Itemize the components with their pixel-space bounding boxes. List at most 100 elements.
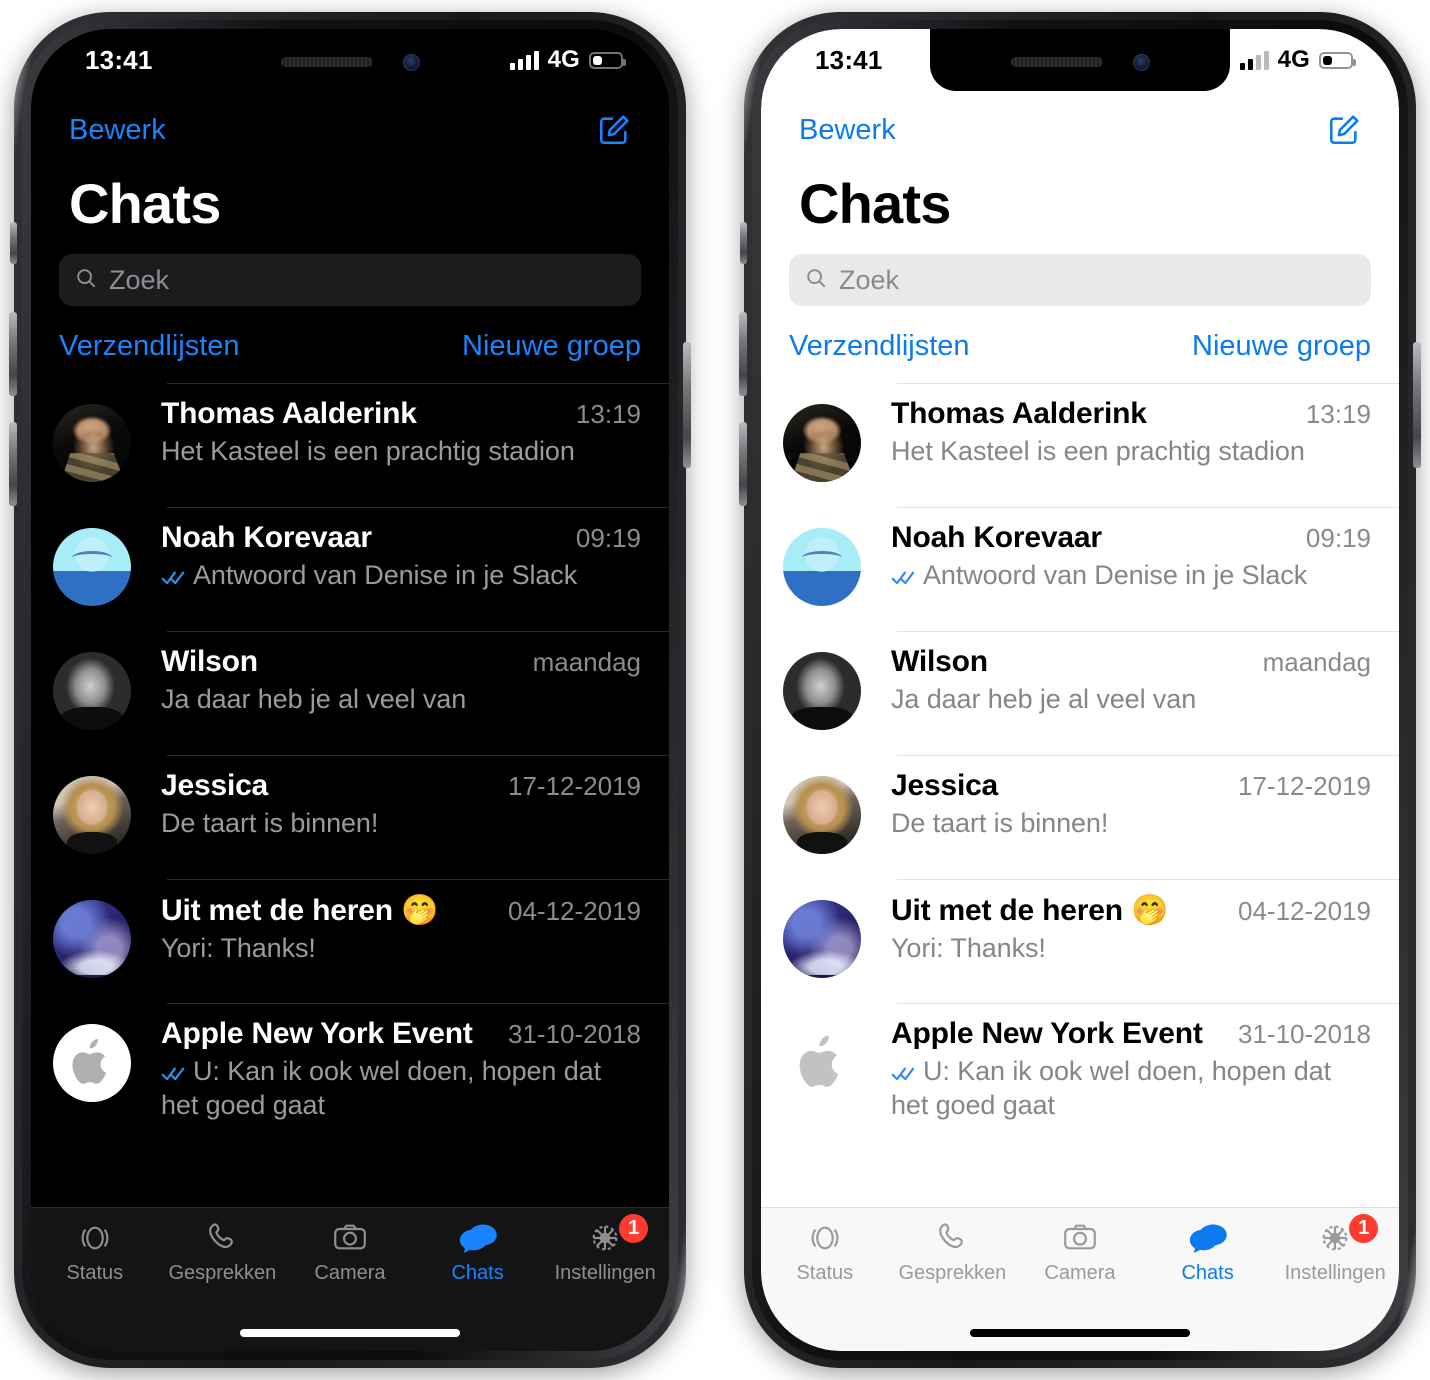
signal-strength-icon <box>509 50 539 70</box>
new-group-button[interactable]: Nieuwe groep <box>462 330 641 363</box>
table-row[interactable]: Jessica 17-12-2019 De taart is binnen! <box>31 755 669 879</box>
nav-bar: Bewerk <box>761 91 1399 153</box>
edit-button[interactable]: Bewerk <box>69 114 166 147</box>
tab-label: Gesprekken <box>898 1262 1007 1284</box>
tab-chats[interactable]: Chats <box>1144 1218 1272 1285</box>
status-bar-time: 13:41 <box>85 44 153 75</box>
uit-met-de-heren-avatar <box>53 900 131 978</box>
new-group-button[interactable]: Nieuwe groep <box>1192 330 1371 363</box>
table-row[interactable]: Thomas Aalderink 13:19 Het Kasteel is ee… <box>761 383 1399 507</box>
chat-preview: De taart is binnen! <box>161 808 379 838</box>
network-type-label: 4G <box>1277 46 1310 73</box>
tab-label: Status <box>796 1262 854 1284</box>
page-title: Chats <box>69 172 221 235</box>
table-row[interactable]: Uit met de heren 🤭 04-12-2019 Yori: Than… <box>31 879 669 1003</box>
search-container: Zoek <box>761 242 1399 306</box>
chat-name: Thomas Aalderink <box>891 397 1147 430</box>
chat-time: 13:19 <box>1305 399 1371 429</box>
table-row[interactable]: Apple New York Event 31-10-2018 U: Kan i… <box>31 1003 669 1127</box>
search-input[interactable]: Zoek <box>789 254 1371 306</box>
volume-down-button[interactable] <box>9 422 17 506</box>
tab-label: Status <box>66 1262 124 1284</box>
table-row[interactable]: Uit met de heren 🤭 04-12-2019 Yori: Than… <box>761 879 1399 1003</box>
phone-light-mode: 13:41 4G Bewerk Chats Zoek Verzendlijste… <box>739 12 1421 1368</box>
tab-gesprekken[interactable]: Gesprekken <box>159 1218 287 1285</box>
table-row[interactable]: Thomas Aalderink 13:19 Het Kasteel is ee… <box>31 383 669 507</box>
tab-gesprekken[interactable]: Gesprekken <box>889 1218 1017 1285</box>
table-row[interactable]: Noah Korevaar 09:19 Antwoord van Denise … <box>761 507 1399 631</box>
chat-preview: U: Kan ik ook wel doen, hopen dat het go… <box>891 1056 1331 1120</box>
compose-icon[interactable] <box>597 113 631 147</box>
broadcast-lists-button[interactable]: Verzendlijsten <box>59 330 240 363</box>
volume-up-button[interactable] <box>9 312 17 396</box>
chat-name: Noah Korevaar <box>161 521 372 554</box>
tab-label: Instellingen <box>554 1262 656 1284</box>
chat-preview: Antwoord van Denise in je Slack <box>923 560 1308 590</box>
chat-name: Uit met de heren 🤭 <box>161 894 439 927</box>
power-button[interactable] <box>1413 342 1421 468</box>
chat-preview: Yori: Thanks! <box>161 933 316 963</box>
tab-bar: Status Gesprekken Camera Chats 1 Instell… <box>31 1207 669 1315</box>
page-title: Chats <box>799 172 951 235</box>
search-placeholder: Zoek <box>839 264 900 295</box>
phone-bezel: 13:41 4G Bewerk Chats Zoek Verzendlijste… <box>31 29 669 1351</box>
chat-name: Jessica <box>161 769 269 802</box>
signal-strength-icon <box>1239 50 1269 70</box>
screen-light: 13:41 4G Bewerk Chats Zoek Verzendlijste… <box>761 29 1399 1351</box>
read-receipt-icon <box>891 562 917 594</box>
volume-down-button[interactable] <box>739 422 747 506</box>
power-button[interactable] <box>683 342 691 468</box>
chat-list[interactable]: Thomas Aalderink 13:19 Het Kasteel is ee… <box>31 383 669 1207</box>
table-row[interactable]: Wilson maandag Ja daar heb je al veel va… <box>31 631 669 755</box>
broadcast-lists-button[interactable]: Verzendlijsten <box>789 330 970 363</box>
screen-dark: 13:41 4G Bewerk Chats Zoek Verzendlijste… <box>31 29 669 1351</box>
status-bar: 13:41 4G <box>31 29 669 91</box>
volume-up-button[interactable] <box>739 312 747 396</box>
network-type-label: 4G <box>547 46 580 73</box>
phone-icon <box>934 1218 970 1258</box>
table-row[interactable]: Apple New York Event 31-10-2018 U: Kan i… <box>761 1003 1399 1127</box>
chat-time: 04-12-2019 <box>508 896 641 926</box>
search-input[interactable]: Zoek <box>59 254 641 306</box>
phone-dark-mode: 13:41 4G Bewerk Chats Zoek Verzendlijste… <box>9 12 691 1368</box>
table-row[interactable]: Jessica 17-12-2019 De taart is binnen! <box>761 755 1399 879</box>
search-icon <box>75 267 97 294</box>
apple-logo-icon <box>72 1039 106 1084</box>
chat-time: 13:19 <box>575 399 641 429</box>
chat-name: Apple New York Event <box>891 1017 1203 1050</box>
status-icon <box>807 1218 843 1258</box>
jessica-avatar <box>53 776 131 854</box>
chat-time: maandag <box>532 647 641 677</box>
chat-time: 17-12-2019 <box>1238 771 1371 801</box>
table-row[interactable]: Noah Korevaar 09:19 Antwoord van Denise … <box>31 507 669 631</box>
mute-switch[interactable] <box>10 222 17 264</box>
tab-label: Instellingen <box>1284 1262 1386 1284</box>
status-icon <box>77 1218 113 1258</box>
tab-instellingen[interactable]: 1 Instellingen <box>1271 1214 1399 1285</box>
tab-status[interactable]: Status <box>761 1218 889 1285</box>
tab-camera[interactable]: Camera <box>286 1218 414 1285</box>
home-indicator[interactable] <box>31 1315 669 1351</box>
table-row[interactable]: Wilson maandag Ja daar heb je al veel va… <box>761 631 1399 755</box>
chat-preview: Het Kasteel is een prachtig stadion <box>161 436 575 466</box>
mute-switch[interactable] <box>740 222 747 264</box>
tab-bar: Status Gesprekken Camera Chats 1 Instell… <box>761 1207 1399 1315</box>
home-indicator[interactable] <box>761 1315 1399 1351</box>
tab-chats[interactable]: Chats <box>414 1218 542 1285</box>
chat-time: maandag <box>1262 647 1371 677</box>
edit-button[interactable]: Bewerk <box>799 114 896 147</box>
apple-avatar <box>53 1024 131 1102</box>
chat-name: Wilson <box>891 645 988 678</box>
chat-list[interactable]: Thomas Aalderink 13:19 Het Kasteel is ee… <box>761 383 1399 1207</box>
search-icon <box>805 267 827 294</box>
tab-camera[interactable]: Camera <box>1016 1218 1144 1285</box>
tab-instellingen[interactable]: 1 Instellingen <box>541 1214 669 1285</box>
chats-icon <box>1188 1218 1228 1258</box>
list-actions: Verzendlijsten Nieuwe groep <box>31 306 669 383</box>
chat-name: Uit met de heren 🤭 <box>891 894 1169 927</box>
two-phone-comparison: 13:41 4G Bewerk Chats Zoek Verzendlijste… <box>0 0 1430 1380</box>
wilson-avatar <box>783 652 861 730</box>
phone-bezel: 13:41 4G Bewerk Chats Zoek Verzendlijste… <box>761 29 1399 1351</box>
tab-status[interactable]: Status <box>31 1218 159 1285</box>
compose-icon[interactable] <box>1327 113 1361 147</box>
